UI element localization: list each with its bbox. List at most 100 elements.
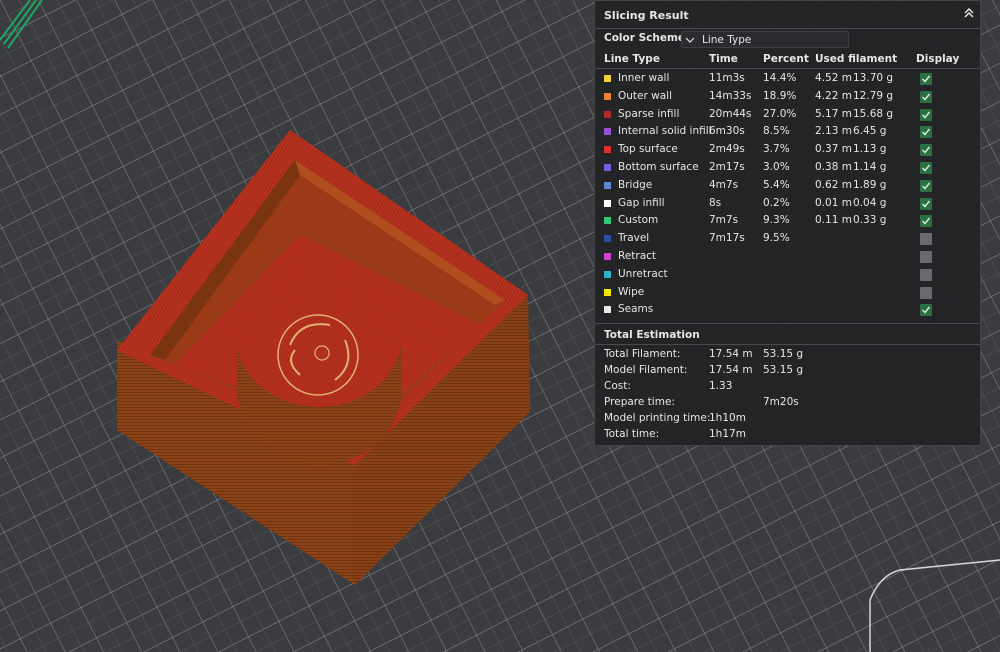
display-checkbox[interactable] (920, 90, 932, 103)
line-type-time: 8s (709, 196, 722, 209)
color-swatch (604, 253, 611, 260)
line-type-name: Custom (618, 214, 659, 227)
display-checkbox[interactable] (920, 251, 932, 263)
line-type-percent: 9.5% (763, 232, 790, 245)
line-type-percent: 5.4% (763, 178, 790, 191)
line-type-row: Internal solid infill 6m30s 8.5% 2.13 m 6.45… (595, 123, 980, 141)
line-type-weight: 0.33 g (853, 214, 887, 227)
line-type-length: 0.38 m (815, 161, 852, 173)
line-type-row: Wipe (595, 284, 980, 302)
total-value-secondary: 53.15 g (763, 348, 804, 360)
line-type-percent: 18.9% (763, 89, 797, 102)
total-label: Cost: (604, 380, 631, 392)
line-type-percent: 27.0% (763, 107, 797, 120)
check-icon (921, 164, 931, 172)
line-type-name: Inner wall (618, 72, 670, 84)
line-type-name: Travel (618, 232, 650, 245)
line-type-weight: 1.89 g (853, 178, 887, 191)
color-swatch (604, 92, 611, 100)
total-label: Model printing time: (604, 412, 711, 424)
line-type-weight: 15.68 g (853, 107, 894, 120)
collapse-icon[interactable] (962, 6, 976, 20)
line-type-name: Outer wall (618, 89, 673, 102)
total-estimation-title: Total Estimation (604, 329, 700, 341)
header-divider (595, 68, 980, 69)
line-type-row: Seams (595, 301, 980, 319)
line-type-name: Wipe (618, 285, 645, 298)
total-divider (595, 344, 980, 345)
total-label: Model Filament: (604, 364, 688, 376)
check-icon (921, 111, 931, 119)
total-value: 1h17m (709, 428, 746, 440)
total-label: Total time: (604, 428, 660, 440)
check-icon (921, 93, 931, 101)
color-swatch (604, 110, 611, 118)
display-checkbox[interactable] (920, 268, 932, 281)
line-type-weight: 1.13 g (853, 143, 887, 156)
total-value: 1h10m (709, 412, 746, 424)
display-checkbox[interactable] (920, 233, 932, 246)
color-swatch (604, 288, 611, 296)
check-icon (921, 306, 931, 315)
line-type-name: Seams (618, 303, 654, 316)
chevron-down-icon (685, 37, 695, 43)
color-scheme-dropdown[interactable]: Line Type (681, 31, 849, 48)
line-type-percent: 9.3% (763, 214, 790, 227)
line-type-time: 7m17s (709, 232, 745, 245)
line-type-row: Unretract (595, 266, 980, 284)
line-type-length: 2.13 m (815, 125, 852, 138)
line-type-name: Bottom surface (618, 161, 699, 173)
line-type-name: Retract (618, 250, 657, 262)
total-row: Model Filament: 17.54 m 53.15 g (595, 363, 980, 379)
line-type-row: Bridge 4m7s 5.4% 0.62 m 1.89 g (595, 177, 980, 195)
display-checkbox[interactable] (920, 197, 932, 210)
line-type-weight: 0.04 g (853, 196, 887, 209)
display-checkbox[interactable] (920, 126, 932, 139)
color-swatch (604, 235, 611, 243)
display-checkbox[interactable] (920, 73, 932, 85)
line-type-time: 2m49s (709, 143, 745, 156)
total-row: Cost: 1.33 (595, 379, 980, 395)
line-type-row: Retract (595, 248, 980, 266)
slicing-result-panel: Slicing Result Color Scheme Line Type Li… (594, 0, 981, 446)
line-type-length: 0.01 m (815, 196, 852, 209)
line-type-length: 0.62 m (815, 178, 852, 191)
header-used-filament: Used filament (815, 53, 898, 65)
line-type-percent: 8.5% (763, 125, 790, 138)
total-value: 1.33 (709, 380, 733, 392)
line-type-length: 4.22 m (815, 89, 852, 102)
line-type-length: 0.37 m (815, 143, 852, 156)
line-type-length: 0.11 m (815, 214, 852, 227)
display-checkbox[interactable] (920, 215, 932, 228)
check-icon (921, 75, 931, 83)
panel-title: Slicing Result (604, 9, 689, 22)
display-checkbox[interactable] (920, 108, 932, 121)
line-type-time: 14m33s (709, 89, 752, 102)
total-row: Total time: 1h17m (595, 427, 980, 443)
line-type-row: Gap infill 8s 0.2% 0.01 m 0.04 g (595, 195, 980, 213)
total-row: Prepare time: 7m20s (595, 395, 980, 411)
line-type-row: Travel 7m17s 9.5% (595, 230, 980, 248)
line-type-row: Sparse infill 20m44s 27.0% 5.17 m 15.68 g (595, 106, 980, 124)
check-icon (921, 200, 931, 208)
line-type-row: Top surface 2m49s 3.7% 0.37 m 1.13 g (595, 141, 980, 159)
color-swatch (604, 199, 611, 207)
line-type-name: Gap infill (618, 196, 665, 209)
display-checkbox[interactable] (920, 286, 932, 299)
display-checkbox[interactable] (920, 179, 932, 192)
header-time: Time (709, 53, 738, 65)
color-scheme-value: Line Type (702, 34, 752, 46)
display-checkbox[interactable] (920, 162, 932, 174)
total-row: Total Filament: 17.54 m 53.15 g (595, 347, 980, 363)
line-type-time: 7m7s (709, 214, 739, 227)
display-checkbox[interactable] (920, 304, 932, 317)
line-type-weight: 13.70 g (853, 72, 894, 84)
line-type-name: Top surface (618, 143, 678, 156)
line-type-percent: 0.2% (763, 196, 790, 209)
display-checkbox[interactable] (920, 144, 932, 157)
section-divider (595, 323, 980, 324)
color-swatch (604, 128, 611, 136)
line-type-time: 2m17s (709, 161, 745, 173)
color-swatch (604, 75, 611, 82)
line-type-name: Internal solid infill (618, 125, 712, 138)
